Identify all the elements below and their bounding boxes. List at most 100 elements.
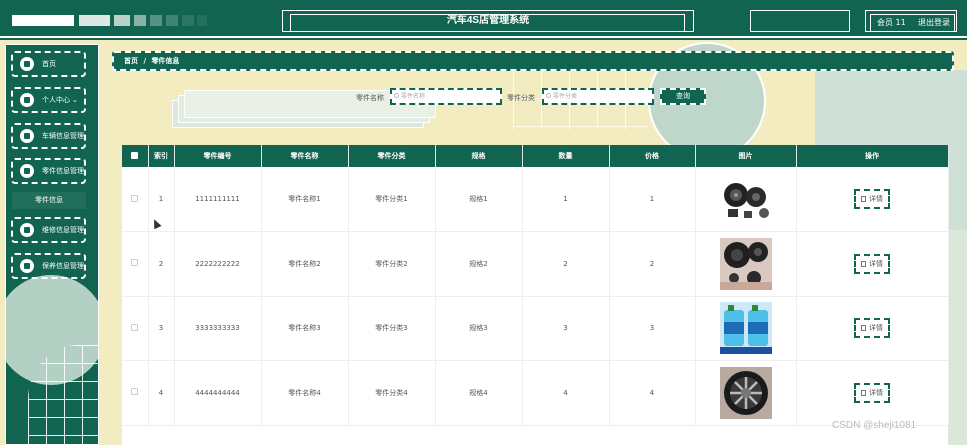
part-name-input[interactable]: 零件名称: [390, 88, 502, 105]
detail-button[interactable]: 详情: [854, 382, 890, 403]
breadcrumb: 首页 / 零件信息: [112, 51, 954, 71]
table-row: 1 1111111111 零件名称1 零件分类1 规格1 1 1 详情: [122, 167, 949, 232]
row-checkbox[interactable]: [131, 194, 139, 202]
divider: [0, 36, 967, 38]
column-header: 零件分类: [348, 145, 436, 167]
cell-name: 零件名称4: [261, 360, 349, 426]
document-icon: [861, 196, 866, 202]
sidebar-item-vehicle-management[interactable]: 车辆信息管理: [11, 123, 86, 149]
row-checkbox[interactable]: [131, 259, 139, 267]
cell-spec: 规格1: [435, 167, 523, 232]
cell-spec: 规格2: [435, 231, 523, 297]
sidebar-item-label: 车辆信息管理: [42, 132, 84, 140]
cell-qty: 1: [522, 167, 610, 232]
logout-button[interactable]: 退出登录: [918, 17, 950, 28]
row-select-cell: [122, 360, 149, 426]
cell-category: 零件分类2: [348, 231, 436, 297]
column-header: 操作: [796, 145, 949, 167]
detail-label: 详情: [869, 324, 883, 333]
sidebar-item-parts-management[interactable]: 零件信息管理: [11, 158, 86, 184]
cell-name: 零件名称3: [261, 296, 349, 361]
sidebar-item-label: 个人中心: [42, 96, 70, 104]
part-name-label: 零件名称: [356, 94, 384, 102]
cell-index: 4: [148, 360, 175, 426]
decor-bar: [134, 15, 146, 26]
car-speaker-icon: [719, 237, 772, 290]
cell-price: 1: [609, 167, 696, 232]
sidebar-subitem-parts-info[interactable]: 零件信息: [12, 192, 86, 209]
document-icon: [861, 260, 866, 267]
cell-qty: 4: [522, 360, 610, 426]
column-header: 数量: [522, 145, 610, 167]
part-category-placeholder: 零件分类: [553, 93, 578, 100]
cell-index: 2: [148, 231, 175, 297]
sidebar: 首页 个人中心 ⌄ 车辆信息管理 零件信息管理 零件信息 维修信息管理 保养信息…: [5, 44, 99, 445]
washer-fluid-icon: [719, 302, 772, 355]
sidebar-item-label: 保养信息管理: [42, 262, 84, 270]
column-header: 零件编号: [174, 145, 262, 167]
table-row: 3 3333333333 零件名称3 零件分类3 规格3 3 3 详情: [122, 296, 949, 361]
cell-actions: 详情: [796, 167, 949, 232]
cell-code: 4444444444: [174, 360, 262, 426]
decor-bar: [12, 15, 74, 26]
header-frame: [750, 10, 850, 32]
row-select-cell: [122, 167, 149, 232]
detail-label: 详情: [869, 195, 883, 203]
search-icon: [394, 93, 399, 98]
cell-actions: 详情: [796, 360, 949, 426]
car-icon: [20, 164, 34, 178]
cell-code: 3333333333: [174, 296, 262, 361]
wheel-rim-icon: [719, 366, 772, 419]
user-icon: [20, 93, 34, 107]
cell-code: 2222222222: [174, 231, 262, 297]
sidebar-item-home[interactable]: 首页: [11, 51, 86, 77]
user-name: 会员 11: [877, 18, 906, 27]
decor-bar: [182, 15, 194, 26]
search-icon: [546, 93, 551, 98]
sidebar-item-maintenance-management[interactable]: 保养信息管理: [11, 253, 86, 279]
cell-spec: 规格3: [435, 296, 523, 361]
cell-price: 4: [609, 360, 696, 426]
sidebar-item-label: 首页: [42, 60, 56, 68]
decor-bar: [166, 15, 178, 26]
part-name-placeholder: 零件名称: [401, 93, 426, 100]
sidebar-item-label: 维修信息管理: [42, 226, 84, 234]
table-row: 4 4444444444 零件名称4 零件分类4 规格4 4 4 详情: [122, 360, 949, 426]
breadcrumb-current: 零件信息: [151, 57, 180, 65]
app-title: 汽车4S店管理系统: [446, 15, 530, 26]
cell-actions: 详情: [796, 231, 949, 297]
part-category-label: 零件分类: [507, 94, 535, 102]
cell-qty: 2: [522, 231, 610, 297]
cell-qty: 3: [522, 296, 610, 361]
row-checkbox[interactable]: [131, 323, 139, 331]
detail-button[interactable]: 详情: [854, 318, 890, 339]
cell-image: [695, 296, 797, 361]
cell-image: [695, 231, 797, 297]
sidebar-item-label: 零件信息管理: [42, 167, 84, 175]
detail-label: 详情: [869, 388, 883, 397]
breadcrumb-home[interactable]: 首页: [124, 57, 138, 65]
table-row: 2 2222222222 零件名称2 零件分类2 规格2 2 2 详情: [122, 231, 949, 297]
cell-category: 零件分类1: [348, 167, 436, 232]
detail-button[interactable]: 详情: [854, 189, 890, 209]
cell-category: 零件分类4: [348, 360, 436, 426]
cell-name: 零件名称1: [261, 167, 349, 232]
detail-button[interactable]: 详情: [854, 253, 890, 274]
cell-actions: 详情: [796, 296, 949, 361]
search-button[interactable]: 查询: [660, 88, 706, 105]
cell-price: 2: [609, 231, 696, 297]
row-checkbox[interactable]: [131, 388, 139, 396]
detail-label: 详情: [869, 259, 883, 268]
grid-icon: [20, 223, 34, 237]
speaker-set-icon: [719, 173, 772, 225]
column-header: 零件名称: [261, 145, 349, 167]
select-all-checkbox[interactable]: [131, 151, 139, 159]
decor-bar: [197, 15, 207, 26]
sidebar-item-repair-management[interactable]: 维修信息管理: [11, 217, 86, 243]
breadcrumb-separator: /: [143, 57, 146, 65]
watermark: CSDN @sheji1081: [832, 420, 917, 431]
part-category-input[interactable]: 零件分类: [542, 88, 654, 105]
column-header: 索引: [148, 145, 175, 167]
sidebar-item-personal-center[interactable]: 个人中心 ⌄: [11, 87, 86, 113]
grid-icon: [20, 129, 34, 143]
